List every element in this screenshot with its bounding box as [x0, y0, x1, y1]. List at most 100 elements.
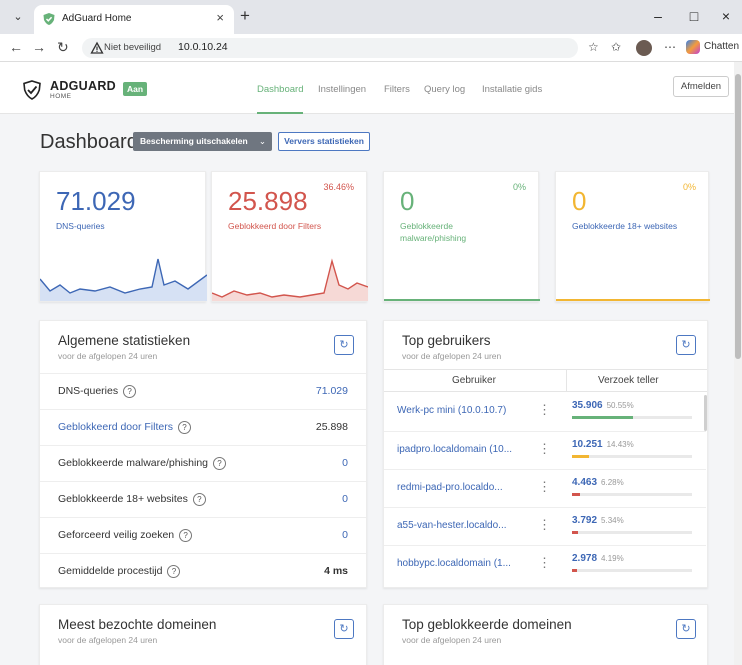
help-icon[interactable]: ?: [179, 529, 193, 542]
stat-label: Geblokkeerd door Filters: [228, 221, 322, 231]
more-icon[interactable]: ⋯: [664, 40, 676, 54]
stat-row-value: 0: [342, 457, 348, 469]
help-icon[interactable]: ?: [177, 421, 191, 434]
client-name[interactable]: a55-van-hester.localdo...: [397, 520, 537, 531]
nav-settings[interactable]: Instellingen: [318, 84, 366, 95]
dns-queries-sparkline: [40, 258, 207, 301]
client-count: 10.251 14.43%: [572, 439, 634, 450]
stat-label: DNS-queries: [56, 221, 105, 231]
refresh-icon[interactable]: ↻: [676, 619, 696, 639]
shield-icon: [43, 13, 55, 25]
column-header-client[interactable]: Gebruiker: [452, 375, 496, 386]
tab-list-icon[interactable]: ⌄: [8, 7, 28, 27]
panel-subtitle: voor de afgelopen 24 uren: [402, 351, 502, 361]
stat-row-label: Geforceerd veilig zoeken?: [58, 529, 193, 542]
avatar[interactable]: [636, 40, 652, 56]
client-name[interactable]: Werk-pc mini (10.0.10.7): [397, 405, 537, 416]
star-icon[interactable]: ☆: [588, 40, 599, 54]
stat-row: Geforceerd veilig zoeken? 0: [40, 517, 366, 553]
refresh-icon[interactable]: ↻: [676, 335, 696, 355]
copilot-icon[interactable]: [686, 40, 700, 54]
client-share-track: [572, 493, 692, 496]
stat-percentage: 0%: [682, 182, 696, 192]
stat-card-blocked-filters: 25.898 36.46% Geblokkeerd door Filters: [211, 171, 368, 302]
stat-value: 0: [400, 186, 415, 216]
client-row: hobbypc.localdomain (1... ⋮ 2.978 4.19%: [384, 545, 706, 583]
client-count: 2.978 4.19%: [572, 553, 624, 564]
favorites-icon[interactable]: ✩: [611, 40, 621, 54]
stat-row-label[interactable]: Geblokkeerd door Filters?: [58, 421, 191, 434]
nav-setup-guide[interactable]: Installatie gids: [482, 84, 542, 95]
client-percentage: 14.43%: [606, 440, 634, 449]
close-icon[interactable]: ×: [216, 10, 224, 25]
help-icon[interactable]: ?: [167, 565, 181, 578]
stat-value: 25.898: [228, 186, 308, 216]
client-share-track: [572, 569, 692, 572]
back-icon[interactable]: ←: [9, 39, 23, 55]
client-name[interactable]: ipadpro.localdomain (10...: [397, 444, 537, 455]
disable-protection-label: Bescherming uitschakelen: [140, 136, 248, 146]
browser-tab-bar: ⌄ AdGuard Home × + – □ ×: [0, 0, 742, 34]
table-divider: [384, 391, 707, 392]
stat-label: Geblokkeerde 18+ websites: [572, 221, 678, 231]
help-icon[interactable]: ?: [123, 385, 137, 398]
more-options-icon[interactable]: ⋮: [538, 402, 551, 418]
logo-text: ADGUARD: [50, 79, 116, 93]
app-header: ADGUARD HOME Aan Dashboard Instellingen …: [0, 62, 742, 114]
help-icon[interactable]: ?: [192, 493, 206, 506]
url-field[interactable]: Niet beveiligd 10.0.10.24: [82, 38, 578, 58]
page-scrollbar[interactable]: [734, 62, 742, 665]
nav-filters[interactable]: Filters: [384, 84, 410, 95]
active-nav-indicator: [257, 112, 303, 114]
browser-tab[interactable]: AdGuard Home ×: [34, 5, 234, 34]
client-row: redmi-pad-pro.localdo... ⋮ 4.463 6.28%: [384, 469, 706, 507]
nav-query-log[interactable]: Query log: [424, 84, 465, 95]
stat-percentage: 36.46%: [323, 182, 354, 192]
malware-sparkline: [384, 299, 540, 301]
client-share-bar: [572, 493, 580, 496]
forward-icon[interactable]: →: [32, 39, 46, 55]
stat-row-value: 25.898: [315, 421, 348, 433]
stat-row-label: DNS-queries?: [58, 385, 137, 398]
client-name[interactable]: redmi-pad-pro.localdo...: [397, 482, 537, 493]
security-text: Niet beveiligd: [104, 42, 162, 53]
panel-title: Algemene statistieken: [58, 333, 191, 348]
copilot-label[interactable]: Chatten: [704, 41, 739, 52]
help-icon[interactable]: ?: [213, 457, 226, 470]
client-percentage: 5.34%: [601, 516, 624, 525]
disable-protection-button[interactable]: Bescherming uitschakelen ⌄: [133, 132, 272, 151]
top-clients-panel: Top gebruikers voor de afgelopen 24 uren…: [383, 320, 708, 588]
panel-subtitle: voor de afgelopen 24 uren: [58, 635, 158, 645]
column-separator: [566, 369, 567, 391]
reload-icon[interactable]: ↻: [57, 39, 69, 56]
client-name[interactable]: hobbypc.localdomain (1...: [397, 558, 537, 569]
adguard-logo-icon[interactable]: [23, 80, 41, 100]
panel-title: Top gebruikers: [402, 333, 491, 348]
scrollbar-thumb[interactable]: [735, 74, 741, 359]
client-percentage: 50.55%: [606, 401, 634, 410]
logout-button[interactable]: Afmelden: [673, 76, 729, 97]
stat-row: Geblokkeerde malware/phishing? 0: [40, 445, 366, 481]
refresh-icon[interactable]: ↻: [334, 335, 354, 355]
close-window-icon[interactable]: ×: [716, 8, 736, 24]
maximize-icon[interactable]: □: [684, 8, 704, 24]
more-options-icon[interactable]: ⋮: [538, 517, 551, 533]
client-count: 3.792 5.34%: [572, 515, 624, 526]
refresh-stats-button[interactable]: Ververs statistieken: [278, 132, 370, 151]
more-options-icon[interactable]: ⋮: [538, 555, 551, 571]
table-divider: [384, 369, 707, 370]
client-row: Werk-pc mini (10.0.10.7) ⋮ 35.906 50.55%: [384, 393, 706, 431]
nav-dashboard[interactable]: Dashboard: [257, 84, 303, 95]
minimize-icon[interactable]: –: [648, 8, 668, 24]
client-share-bar: [572, 531, 578, 534]
top-blocked-panel: Top geblokkeerde domeinen voor de afgelo…: [383, 604, 708, 665]
more-options-icon[interactable]: ⋮: [538, 479, 551, 495]
more-options-icon[interactable]: ⋮: [538, 441, 551, 457]
refresh-icon[interactable]: ↻: [334, 619, 354, 639]
blocked-filters-sparkline: [212, 258, 368, 301]
url-text: 10.0.10.24: [178, 41, 228, 53]
column-header-count[interactable]: Verzoek teller: [598, 375, 659, 386]
chevron-down-icon[interactable]: ⌄: [259, 132, 266, 151]
plus-icon[interactable]: +: [240, 6, 250, 26]
panel-subtitle: voor de afgelopen 24 uren: [58, 351, 158, 361]
